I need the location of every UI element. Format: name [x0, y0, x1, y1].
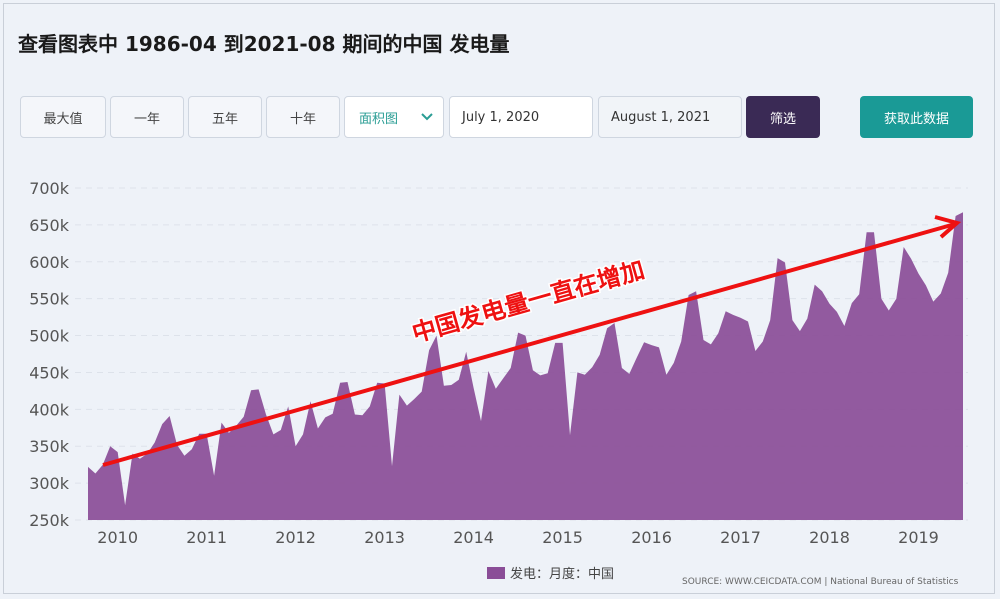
- y-tick-label: 450k: [29, 363, 70, 382]
- x-tick-label: 2015: [542, 528, 583, 547]
- y-tick-label: 400k: [29, 400, 70, 419]
- legend-swatch: [487, 566, 505, 579]
- x-tick-label: 2011: [186, 528, 227, 547]
- y-tick-label: 350k: [29, 437, 70, 456]
- x-tick-label: 2012: [275, 528, 316, 547]
- legend[interactable]: 发电：月度：中国: [487, 563, 614, 582]
- y-tick-label: 550k: [29, 290, 70, 309]
- y-tick-label: 600k: [29, 253, 70, 272]
- legend-label: 发电：月度：中国: [510, 567, 615, 582]
- y-tick-label: 250k: [29, 511, 70, 530]
- x-tick-label: 2013: [364, 528, 405, 547]
- y-tick-label: 700k: [29, 179, 70, 198]
- area-chart: 250k 300k 350k 400k 450k 500k 550k 600k 650k 700k…: [29, 179, 968, 547]
- y-tick-label: 300k: [29, 474, 70, 493]
- y-tick-label: 500k: [29, 327, 70, 346]
- y-tick-label: 650k: [29, 216, 70, 235]
- x-tick-label: 2018: [809, 528, 850, 547]
- x-tick-label: 2016: [631, 528, 672, 547]
- x-tick-label: 2010: [97, 528, 138, 547]
- source-note: SOURCE: WWW.CEICDATA.COM | National Bure…: [682, 577, 959, 587]
- x-tick-label: 2019: [898, 528, 939, 547]
- x-tick-label: 2017: [720, 528, 761, 547]
- x-tick-label: 2014: [453, 528, 494, 547]
